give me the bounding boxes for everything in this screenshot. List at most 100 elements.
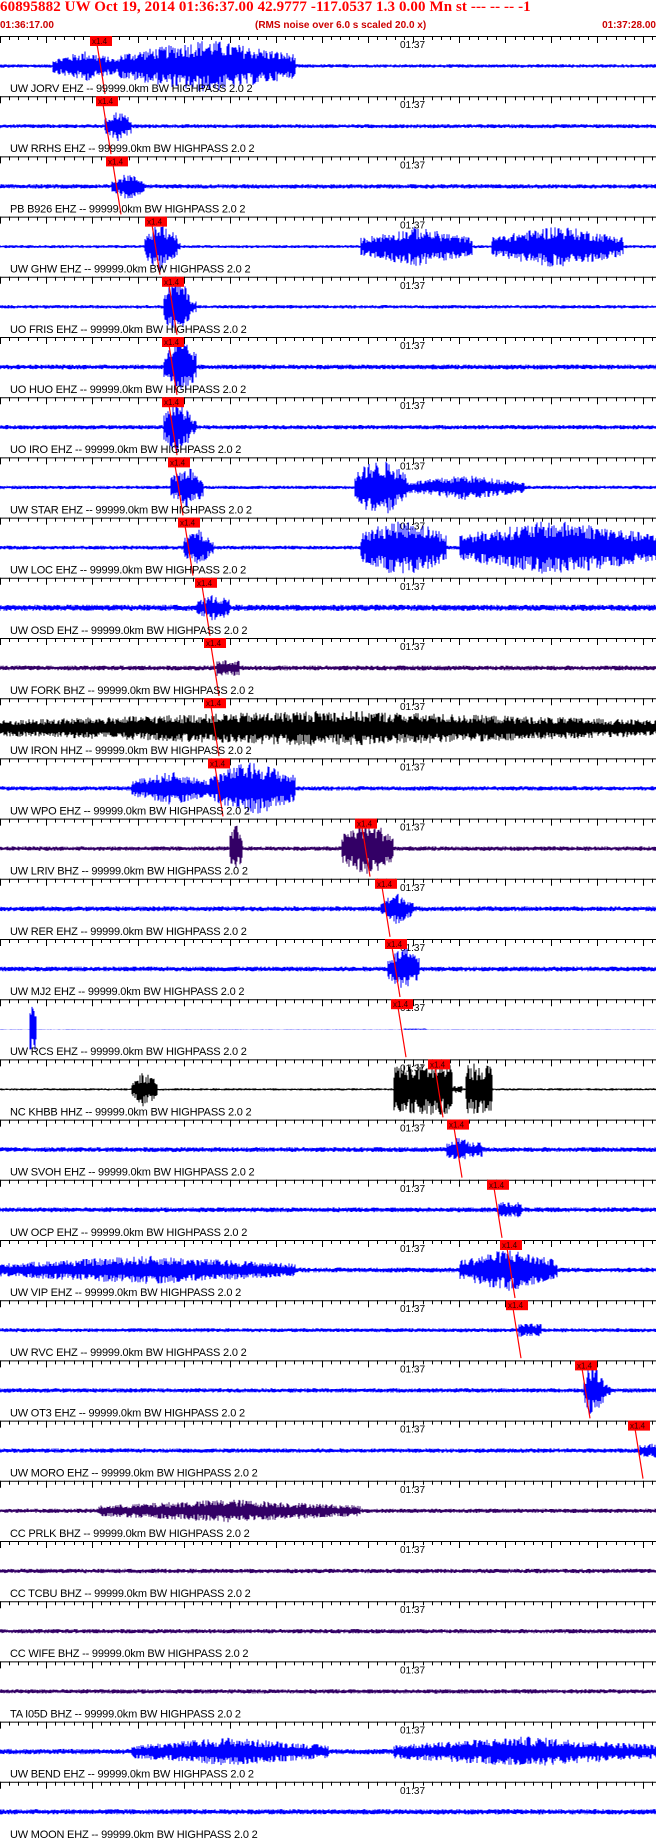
pick-label: x1.4: [502, 1241, 518, 1250]
pick-line: [512, 1308, 522, 1359]
pick-line: [397, 1007, 407, 1058]
pick-label: x1.4: [164, 398, 180, 407]
pick-label: x1.4: [147, 218, 163, 227]
waveform: [0, 223, 656, 270]
pick-label: x1.4: [197, 579, 213, 588]
minute-label: 01:37: [400, 1545, 425, 1556]
minute-label: 01:37: [400, 160, 425, 171]
waveform: [0, 112, 656, 141]
trace-23: 01:37 x1.4 UW OT3 EHZ -- 99999.0km BW HIGH…: [0, 1360, 656, 1419]
trace-4: 01:37 x1.4 UW GHW EHZ -- 99999.0km BW HIGH…: [0, 216, 656, 276]
waveform: [0, 711, 656, 746]
pick-label: x1.4: [206, 699, 222, 708]
waveform: [0, 1629, 656, 1634]
station-label: UW RVC EHZ -- 99999.0km BW HIGHPASS 2.0 …: [10, 1347, 247, 1359]
station-label: UW OSD EHZ -- 99999.0km BW HIGHPASS 2.0 …: [10, 625, 247, 637]
minute-label: 01:37: [400, 461, 425, 472]
pick-label: x1.4: [430, 1060, 446, 1069]
minute-label: 01:37: [400, 1244, 425, 1255]
pick-label: x1.4: [577, 1361, 593, 1370]
station-label: PB B926 EHZ -- 99999.0km BW HIGHPASS 2.0…: [10, 203, 245, 215]
pick-label: x1.4: [508, 1301, 524, 1310]
station-label: UW FORK BHZ -- 99999.0km BW HIGHPASS 2.0…: [10, 685, 254, 697]
trace-14: 01:37 x1.4 UW LRIV BHZ -- 99999.0km BW HIG…: [0, 818, 656, 878]
waveform: [0, 660, 656, 676]
trace-20: 01:37 x1.4 UW OCP EHZ -- 99999.0km BW HIGH…: [0, 1179, 656, 1239]
trace-9: 01:37x1.4UW LOC EHZ -- 99999.0km BW HIGH…: [0, 517, 656, 577]
minute-label: 01:37: [400, 341, 425, 352]
station-label: CC PRLK BHZ -- 99999.0km BW HIGHPASS 2.0…: [10, 1528, 250, 1540]
station-label: UW GHW EHZ -- 99999.0km BW HIGHPASS 2.0 …: [10, 264, 250, 276]
waveform: [0, 1006, 656, 1050]
pick-label: x1.4: [206, 639, 222, 648]
trace-12: 01:37 x1.4 UW IRON HHZ -- 99999.0km BW HIG…: [0, 698, 656, 757]
station-label: UW IRON HHZ -- 99999.0km BW HIGHPASS 2.0…: [10, 745, 251, 757]
trace-18: 01:37 x1.4NC KHBB HHZ -- 99999.0km BW HIG…: [0, 1059, 656, 1118]
minute-label: 01:37: [400, 1485, 425, 1496]
waveform: [0, 343, 656, 390]
pick-label: x1.4: [393, 1000, 409, 1009]
pick-label: x1.4: [164, 278, 180, 287]
pick-label: x1.4: [210, 759, 226, 768]
pick-label: x1.4: [449, 1121, 465, 1130]
trace-5: 01:37 x1.4 UO FRIS EHZ -- 99999.0km BW HIG…: [0, 276, 656, 336]
trace-26: 01:37 CC TCBU BHZ -- 99999.0km BW HIGHPAS…: [0, 1541, 656, 1600]
waveform: [0, 1323, 656, 1337]
trace-6: 01:37 x1.4 UO HUO EHZ -- 99999.0km BW HIGH…: [0, 337, 656, 396]
pick-label: x1.4: [387, 940, 403, 949]
waveform: [0, 174, 656, 199]
minute-label: 01:37: [400, 40, 425, 51]
pick-label: x1.4: [377, 880, 393, 889]
minute-label: 01:37: [400, 1425, 425, 1436]
station-label: CC WIFE BHZ -- 99999.0km BW HIGHPASS 2.0…: [10, 1648, 248, 1660]
trace-22: 01:37 x1.4 UW RVC EHZ -- 99999.0km BW HIGH…: [0, 1300, 656, 1359]
pick-label: x1.4: [489, 1181, 505, 1190]
minute-label: 01:37: [400, 883, 425, 894]
pick-label: x1.4: [92, 37, 108, 46]
waveform: [0, 1499, 656, 1523]
minute-label: 01:37: [400, 823, 425, 834]
pick-label: x1.4: [164, 338, 180, 347]
minute-label: 01:37: [400, 1605, 425, 1616]
trace-10: 01:37 x1.4 UW OSD EHZ -- 99999.0km BW HIGH…: [0, 577, 656, 637]
station-label: UW WPO EHZ -- 99999.0km BW HIGHPASS 2.0 …: [10, 805, 250, 817]
station-label: UW OT3 EHZ -- 99999.0km BW HIGHPASS 2.0 …: [10, 1407, 245, 1419]
pick-label: x1.4: [180, 519, 196, 528]
minute-label: 01:37: [400, 762, 425, 773]
station-label: UW RRHS EHZ -- 99999.0km BW HIGHPASS 2.0…: [10, 143, 255, 155]
trace-17: 01:37x1.4UW RCS EHZ -- 99999.0km BW HIGH…: [0, 999, 656, 1058]
minute-label: 01:37: [400, 1364, 425, 1375]
waveform: [0, 1202, 656, 1218]
minute-label: 01:37: [400, 1124, 425, 1135]
waveform: [0, 1568, 656, 1574]
station-label: UW RCS EHZ -- 99999.0km BW HIGHPASS 2.0 …: [10, 1046, 247, 1058]
minute-label: 01:37: [400, 401, 425, 412]
minute-label: 01:37: [400, 100, 425, 111]
pick-label: x1.4: [108, 157, 124, 166]
trace-15: 01:37 x1.4 UW RER EHZ -- 99999.0km BW HIGH…: [0, 878, 656, 938]
waveform: [0, 1689, 656, 1694]
station-label: UW LOC EHZ -- 99999.0km BW HIGHPASS 2.0 …: [10, 565, 246, 577]
trace-3: 01:37 x1.4 PB B926 EHZ -- 99999.0km BW HIG…: [0, 156, 656, 215]
station-label: UW MORO EHZ -- 99999.0km BW HIGHPASS 2.0…: [10, 1468, 258, 1480]
minute-label: 01:37: [400, 281, 425, 292]
waveform: [0, 948, 656, 988]
waveform: [0, 1138, 656, 1160]
minute-label: 01:37: [400, 1726, 425, 1737]
minute-label: 01:37: [400, 702, 425, 713]
station-label: UW OCP EHZ -- 99999.0km BW HIGHPASS 2.0 …: [10, 1227, 247, 1239]
station-label: UW LRIV BHZ -- 99999.0km BW HIGHPASS 2.0…: [10, 866, 248, 878]
minute-label: 01:37: [400, 642, 425, 653]
trace-24: 01:37 x1.4 UW MORO EHZ -- 99999.0km BW HIG…: [0, 1420, 656, 1480]
trace-16: 01:37x1.4UW MJ2 EHZ -- 99999.0km BW HIGH…: [0, 939, 656, 998]
waveform: [0, 1443, 656, 1458]
pick-label: x1.4: [630, 1422, 646, 1431]
station-label: CC TCBU BHZ -- 99999.0km BW HIGHPASS 2.0…: [10, 1588, 251, 1600]
station-label: TA I05D BHZ -- 99999.0km BW HIGHPASS 2.0…: [10, 1708, 241, 1720]
pick-label: x1.4: [170, 458, 186, 467]
station-label: UW MJ2 EHZ -- 99999.0km BW HIGHPASS 2.0 …: [10, 986, 244, 998]
waveform: [0, 1809, 656, 1815]
trace-29: 01:37 UW BEND EHZ -- 99999.0km BW HIGHPAS…: [0, 1721, 656, 1781]
station-label: UO IRO EHZ -- 99999.0km BW HIGHPASS 2.0 …: [10, 444, 241, 456]
station-label: UW VIP EHZ -- 99999.0km BW HIGHPASS 2.0 …: [10, 1287, 241, 1299]
